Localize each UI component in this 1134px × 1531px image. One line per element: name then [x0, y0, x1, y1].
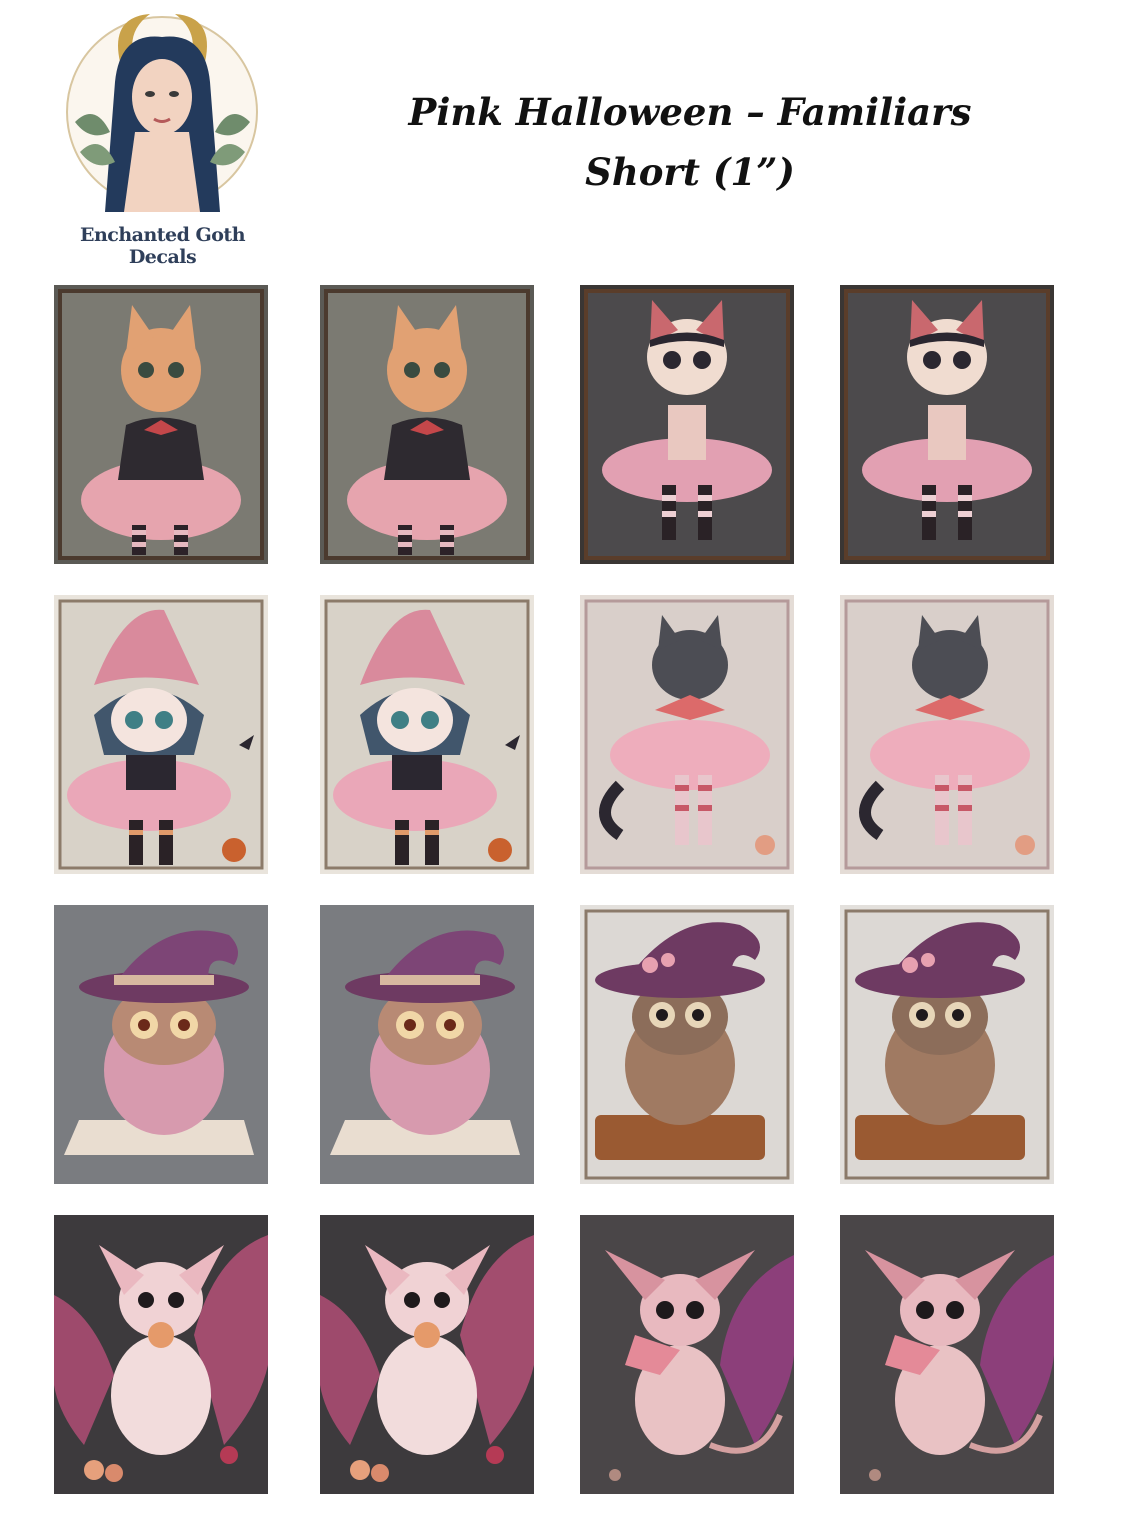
decal-black-cat-1[interactable] [580, 285, 794, 564]
grey-cat-icon [840, 595, 1054, 874]
witch-kitten-icon [320, 595, 534, 874]
decal-grey-cat-2[interactable] [840, 595, 1054, 874]
bat-creature-icon [320, 1215, 534, 1494]
title-line-2: Short (1”) [585, 150, 795, 194]
decal-owl-grimoire-2[interactable] [320, 905, 534, 1184]
decal-witch-kitten-2[interactable] [320, 595, 534, 874]
orange-kitten-icon [54, 285, 268, 564]
decal-owl-book-1[interactable] [580, 905, 794, 1184]
decal-owl-book-2[interactable] [840, 905, 1054, 1184]
black-cat-icon [580, 285, 794, 564]
bat-creature-eating-icon [580, 1215, 794, 1494]
page-title: Pink Halloween – Familiars Short (1”) [380, 82, 1000, 202]
owl-on-book-icon [580, 905, 794, 1184]
black-cat-icon [840, 285, 1054, 564]
witch-kitten-icon [54, 595, 268, 874]
owl-on-grimoire-icon [320, 905, 534, 1184]
grey-cat-icon [580, 595, 794, 874]
orange-kitten-icon [320, 285, 534, 564]
decal-bat-creature-eating-1[interactable] [580, 1215, 794, 1494]
goth-girl-logo-icon [66, 14, 258, 212]
title-line-1: Pink Halloween – Familiars [408, 90, 972, 134]
decal-bat-creature-eating-2[interactable] [840, 1215, 1054, 1494]
decal-owl-grimoire-1[interactable] [54, 905, 268, 1184]
decal-bat-creature-1[interactable] [54, 1215, 268, 1494]
decal-orange-kitten-2[interactable] [320, 285, 534, 564]
owl-on-grimoire-icon [54, 905, 268, 1184]
brand-logo: Enchanted Goth Decals [50, 2, 275, 268]
decal-bat-creature-2[interactable] [320, 1215, 534, 1494]
decal-witch-kitten-1[interactable] [54, 595, 268, 874]
decal-grey-cat-1[interactable] [580, 595, 794, 874]
bat-creature-eating-icon [840, 1215, 1054, 1494]
brand-name: Enchanted Goth Decals [79, 224, 246, 268]
owl-on-book-icon [840, 905, 1054, 1184]
decal-orange-kitten-1[interactable] [54, 285, 268, 564]
bat-creature-icon [54, 1215, 268, 1494]
decal-black-cat-2[interactable] [840, 285, 1054, 564]
